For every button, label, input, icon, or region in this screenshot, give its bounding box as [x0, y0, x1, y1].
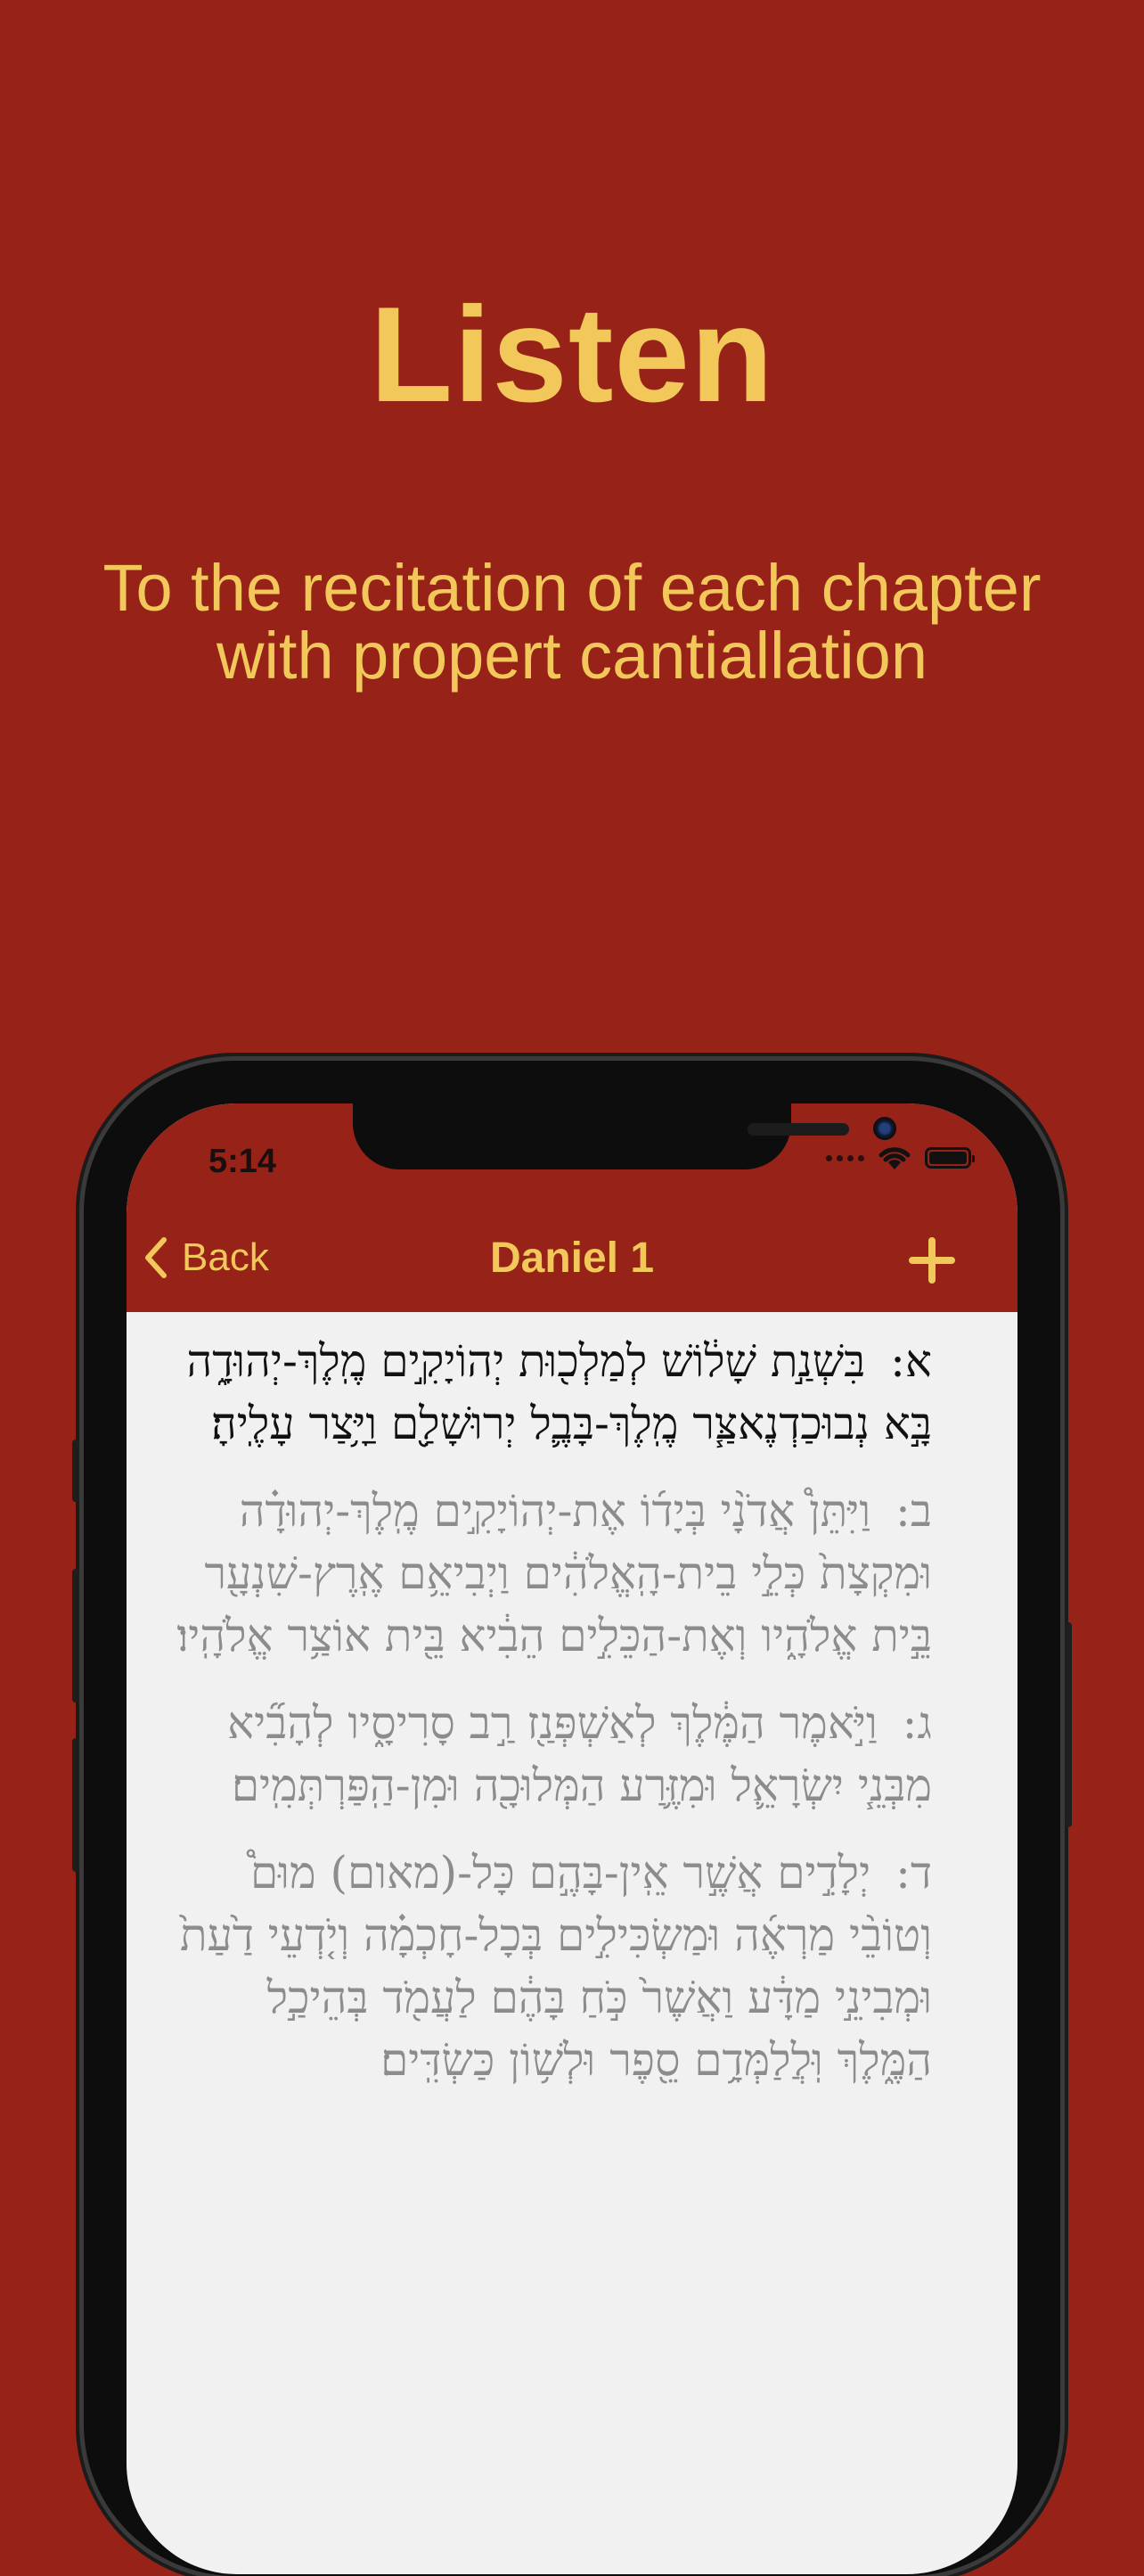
verse-number: א:: [890, 1335, 932, 1387]
verse-number: ד:: [895, 1847, 932, 1899]
wifi-icon: [878, 1147, 911, 1169]
verse-number: ג:: [902, 1697, 932, 1749]
plus-icon: [909, 1237, 955, 1284]
add-button[interactable]: [907, 1235, 957, 1285]
earpiece-speaker: [748, 1123, 849, 1136]
phone-screen: 5:14 Back Daniel 1 א: בִּשְׁנַ֣ת שָׁל֔וֹ…: [127, 1103, 1017, 2574]
page-title: Daniel 1: [489, 1235, 655, 1282]
verse-2[interactable]: ב: וַיִּתֵּן֩ אֲדֹנָ֨י בְּיָד֜וֹ אֶת-יְה…: [169, 1480, 933, 1667]
phone-power-button: [1065, 1622, 1072, 1827]
signal-dots-icon: [826, 1154, 864, 1161]
notch: [353, 1103, 896, 1169]
promo-subhead: To the recitation of each chapter with p…: [0, 554, 1144, 690]
verse-4[interactable]: ד: יְלָדִ֣ים אֲשֶׁ֣ר אֵֽין-בָּהֶ֣ם כָּל-…: [169, 1842, 932, 2091]
verse-text: בִּשְׁנַ֣ת שָׁל֔וֹשׁ לְמַלְכ֖וּת יְהוֹיָ…: [186, 1335, 932, 1449]
navigation-bar: 5:14 Back Daniel 1: [127, 1103, 1017, 1312]
battery-icon: [925, 1147, 975, 1169]
promo-subhead-line-2: with propert cantiallation: [217, 619, 927, 693]
promo-subhead-line-1: To the recitation of each chapter: [102, 551, 1042, 625]
status-icons: [826, 1144, 975, 1171]
verse-text: יְלָדִ֣ים אֲשֶׁ֣ר אֵֽין-בָּהֶ֣ם כָּל-(מא…: [180, 1847, 932, 2086]
phone-frame: 5:14 Back Daniel 1 א: בִּשְׁנַ֣ת שָׁל֔וֹ…: [72, 1061, 1072, 2576]
phone-volume-up-button: [72, 1569, 79, 1702]
verse-number: ב:: [895, 1485, 932, 1537]
verse-1[interactable]: א: בִּשְׁנַ֣ת שָׁל֔וֹשׁ לְמַלְכ֖וּת יְהו…: [169, 1330, 932, 1455]
front-camera: [873, 1117, 896, 1140]
status-time: 5:14: [208, 1143, 277, 1180]
promo-headline: Listen: [370, 279, 774, 431]
verse-text: וַיֹּ֣אמֶר הַמֶּ֔לֶךְ לְאַשְׁפְּנַ֖ז רַ֣…: [227, 1697, 932, 1811]
verse-3[interactable]: ג: וַיֹּ֣אמֶר הַמֶּ֔לֶךְ לְאַשְׁפְּנַ֖ז …: [169, 1692, 932, 1817]
chapter-text: א: בִּשְׁנַ֣ת שָׁל֔וֹשׁ לְמַלְכ֖וּת יְהו…: [169, 1330, 933, 2116]
phone-silent-switch: [72, 1440, 79, 1502]
phone-volume-down-button: [72, 1738, 79, 1872]
verse-text: וַיִּתֵּן֩ אֲדֹנָ֨י בְּיָד֜וֹ אֶת-יְהוֹי…: [176, 1485, 933, 1661]
